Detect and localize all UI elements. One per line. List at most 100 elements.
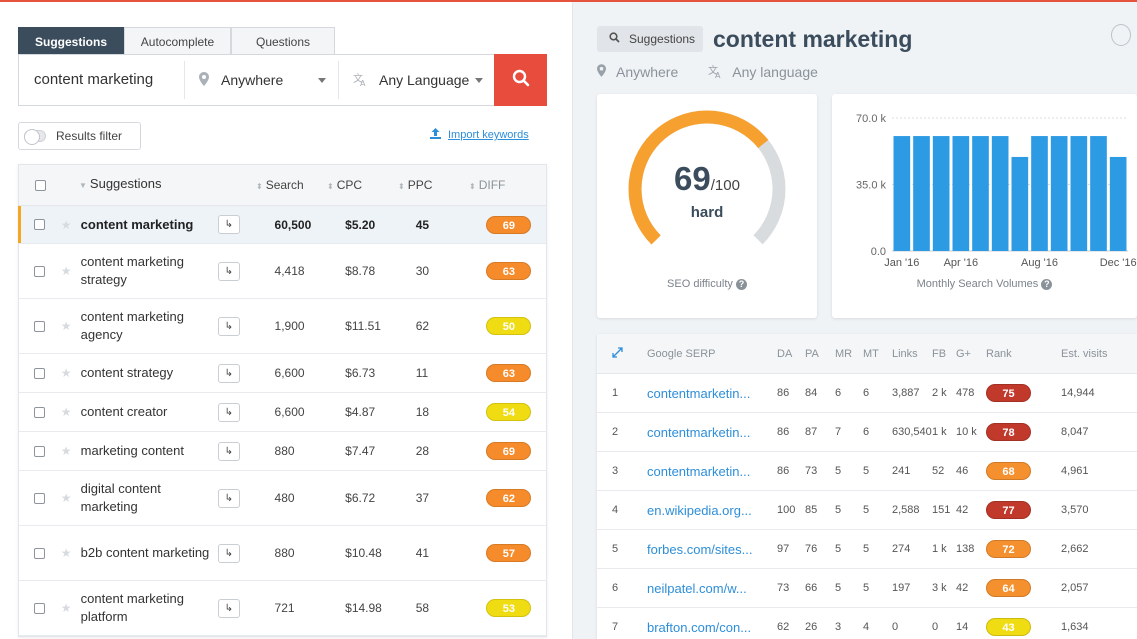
row-checkbox[interactable] [19,492,61,504]
volume-bar[interactable] [1109,156,1127,251]
use-keyword-arrow-icon[interactable]: ↳ [217,215,240,234]
serp-url-link[interactable]: contentmarketin... [647,425,777,440]
serp-da: 86 [777,387,790,399]
serp-url-link[interactable]: contentmarketin... [647,464,777,479]
volume-bar[interactable] [1090,136,1107,251]
use-keyword-arrow-icon[interactable]: ↳ [217,598,240,618]
ppc-value: 41 [415,546,430,560]
col-diff[interactable]: ⬍ DIFF [469,178,529,192]
expand-icon[interactable] [597,346,647,361]
use-keyword-arrow-icon[interactable]: ↳ [217,488,240,508]
row-checkbox[interactable] [19,320,61,332]
col-suggestions[interactable]: ▼ Suggestions [61,175,256,195]
table-row[interactable]: ★ marketing content ↳ 880 $7.47 28 69 [19,432,546,471]
row-checkbox[interactable] [19,602,61,614]
star-icon[interactable]: ★ [61,319,81,333]
volume-bar[interactable] [1011,156,1029,251]
table-row[interactable]: ★ content marketing platform ↳ 721 $14.98 58 5… [19,581,546,636]
table-row[interactable]: ★ content marketing strategy ↳ 4,418 $8.78 30… [19,244,546,299]
star-icon[interactable]: ★ [61,218,81,232]
row-checkbox[interactable] [19,406,61,418]
volume-bar[interactable] [913,136,930,251]
table-row[interactable]: ★ content marketing ↳ 60,500 $5.20 45 69 [18,206,546,244]
table-row[interactable]: ★ content marketing agency ↳ 1,900 $11.51 62 5… [19,299,546,354]
col-cpc[interactable]: ⬍ CPC [327,178,398,192]
difficulty-badge: 50 [486,317,532,335]
star-icon[interactable]: ★ [61,366,81,380]
keyword-text[interactable]: digital content marketing [81,480,218,516]
keyword-text[interactable]: content strategy [81,364,218,382]
search-button[interactable] [494,54,547,106]
language-select[interactable]: 文A Any Language [339,61,495,99]
star-icon[interactable]: ★ [61,405,81,419]
toggle-switch[interactable] [24,129,46,145]
table-row[interactable]: ★ content creator ↳ 6,600 $4.87 18 54 [19,393,546,432]
volume-bar[interactable] [1070,136,1088,251]
keyword-text[interactable]: content marketing platform [81,590,218,626]
keyword-text[interactable]: content marketing [81,216,218,234]
cpc-value: $4.87 [345,405,376,419]
volume-bar[interactable] [1031,136,1048,251]
serp-url-link[interactable]: neilpatel.com/w... [647,581,777,596]
keyword-text[interactable]: content marketing strategy [81,253,218,289]
star-icon[interactable]: ★ [61,444,81,458]
col-ppc[interactable]: ⬍ PPC [398,178,469,192]
keyword-text[interactable]: content creator [81,403,218,421]
use-keyword-arrow-icon[interactable]: ↳ [217,363,240,383]
volume-bar[interactable] [1050,136,1068,251]
select-all-checkbox[interactable] [19,179,61,191]
star-icon[interactable]: ★ [61,264,81,278]
keyword-text[interactable]: content marketing agency [81,308,218,344]
serp-url-link[interactable]: forbes.com/sites... [647,542,777,557]
volume-bar[interactable] [991,136,1009,251]
use-keyword-arrow-icon[interactable]: ↳ [217,316,240,336]
tab-autocomplete[interactable]: Autocomplete [124,27,231,55]
seo-score: 69/100 [674,160,740,197]
globe-icon[interactable] [1111,24,1131,46]
row-checkbox[interactable] [19,547,61,559]
use-keyword-arrow-icon[interactable]: ↳ [217,441,240,461]
suggestions-button[interactable]: Suggestions [597,26,703,52]
serp-da: 97 [777,543,790,555]
serp-url-link[interactable]: en.wikipedia.org... [647,503,777,518]
keyword-input[interactable]: content marketing [19,61,185,99]
help-icon[interactable]: ? [735,279,747,290]
use-keyword-arrow-icon[interactable]: ↳ [217,402,240,422]
col-google-serp: Google SERP [647,347,716,360]
use-keyword-arrow-icon[interactable]: ↳ [217,543,240,563]
volume-bar[interactable] [932,136,950,251]
row-checkbox[interactable] [19,445,61,457]
tab-questions[interactable]: Questions [231,27,335,55]
serp-url-link[interactable]: contentmarketin... [647,386,777,401]
table-row[interactable]: ★ b2b content marketing ↳ 880 $10.48 41 57 [19,526,546,581]
suggestions-button-label: Suggestions [629,32,696,46]
keyword-text[interactable]: b2b content marketing [81,544,218,562]
star-icon[interactable]: ★ [61,546,81,560]
table-row[interactable]: ★ content strategy ↳ 6,600 $6.73 11 63 [19,354,546,393]
help-icon[interactable]: ? [1041,279,1053,290]
serp-row: 6 neilpatel.com/w... 73 66 5 5 197 3 k 42 64 2,057 [597,569,1137,608]
volume-bar[interactable] [972,136,989,251]
translate-icon: 文A [353,72,367,89]
star-icon[interactable]: ★ [61,601,81,615]
serp-gplus: 42 [956,504,969,516]
location-select[interactable]: Anywhere [185,61,339,99]
volume-bar[interactable] [952,136,970,251]
sort-icon: ⬍ [398,182,405,191]
col-search[interactable]: ⬍ Search [256,178,327,192]
table-row[interactable]: ★ digital content marketing ↳ 480 $6.72 37 62 [19,471,546,526]
volume-caption: Monthly Search Volumes ? [832,278,1137,290]
row-checkbox[interactable] [19,367,61,379]
tab-suggestions[interactable]: Suggestions [18,27,124,55]
serp-url-link[interactable]: brafton.com/con... [647,620,777,635]
star-icon[interactable]: ★ [61,491,81,505]
import-keywords-link[interactable]: Import keywords [430,128,529,142]
row-checkbox[interactable] [19,219,61,230]
rank-badge: 72 [986,540,1031,558]
serp-fb: 1 k [932,543,947,555]
volume-bar[interactable] [893,136,911,251]
results-filter-toggle[interactable]: Results filter [18,122,141,150]
use-keyword-arrow-icon[interactable]: ↳ [217,261,240,281]
row-checkbox[interactable] [19,265,61,277]
keyword-text[interactable]: marketing content [81,442,218,460]
